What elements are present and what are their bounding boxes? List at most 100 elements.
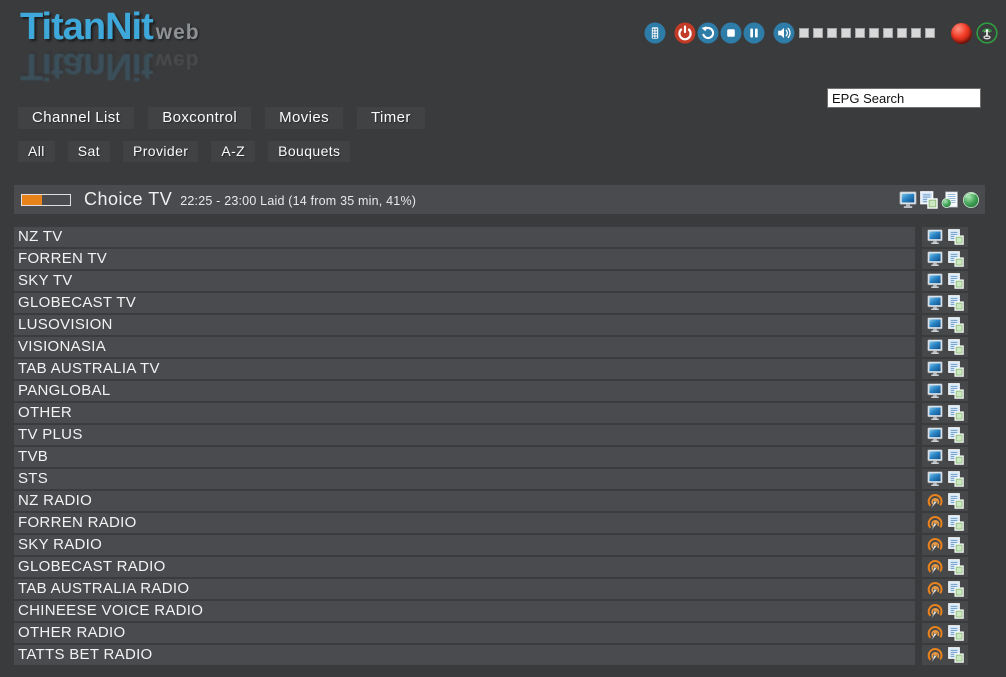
filter-provider-button[interactable]: Provider: [123, 141, 198, 162]
epg-search-input[interactable]: [827, 88, 981, 108]
tv-icon[interactable]: [927, 339, 943, 355]
epg-list-icon[interactable]: [948, 251, 964, 267]
volume-segment[interactable]: [911, 28, 921, 38]
channel-name[interactable]: TVB: [14, 447, 915, 467]
channel-name[interactable]: LUSOVISION: [14, 315, 915, 335]
channel-row-actions: [922, 293, 968, 313]
tv-icon[interactable]: [927, 427, 943, 443]
nav-timer-button[interactable]: Timer: [357, 107, 425, 129]
channel-row: TAB AUSTRALIA TV: [14, 359, 992, 379]
tv-icon[interactable]: [927, 273, 943, 289]
epg-list-icon[interactable]: [948, 273, 964, 289]
epg-list-icon[interactable]: [948, 361, 964, 377]
channel-name[interactable]: TAB AUSTRALIA TV: [14, 359, 915, 379]
remote-icon[interactable]: [644, 22, 666, 44]
filter-az-button[interactable]: A-Z: [211, 141, 255, 162]
epg-list-icon[interactable]: [948, 295, 964, 311]
tv-icon[interactable]: [927, 449, 943, 465]
channel-row: TATTS BET RADIO: [14, 645, 992, 665]
channel-name[interactable]: TAB AUSTRALIA RADIO: [14, 579, 915, 599]
volume-segment[interactable]: [855, 28, 865, 38]
stream-antenna-icon[interactable]: [976, 22, 998, 44]
epg-list-icon[interactable]: [948, 581, 964, 597]
epg-list-icon[interactable]: [948, 449, 964, 465]
epg-list-icon[interactable]: [948, 427, 964, 443]
epg-list-icon[interactable]: [948, 537, 964, 553]
channel-name[interactable]: NZ RADIO: [14, 491, 915, 511]
radio-icon[interactable]: [927, 537, 943, 553]
channel-row: PANGLOBAL: [14, 381, 992, 401]
epg-list-icon[interactable]: [948, 383, 964, 399]
tv-icon[interactable]: [927, 471, 943, 487]
volume-segment[interactable]: [925, 28, 935, 38]
pause-icon[interactable]: [743, 22, 765, 44]
epg-list-icon[interactable]: [948, 625, 964, 641]
channel-list: NZ TV FORREN TV SK: [14, 227, 992, 667]
stop-icon[interactable]: [720, 22, 742, 44]
tv-icon[interactable]: [927, 229, 943, 245]
globe-icon[interactable]: [962, 191, 980, 209]
radio-icon[interactable]: [927, 647, 943, 663]
radio-icon[interactable]: [927, 603, 943, 619]
channel-name[interactable]: TV PLUS: [14, 425, 915, 445]
channel-name[interactable]: SKY TV: [14, 271, 915, 291]
row-divider: [915, 469, 922, 489]
volume-segment[interactable]: [827, 28, 837, 38]
epg-web-page-icon[interactable]: [941, 191, 959, 209]
tv-stream-icon[interactable]: [899, 191, 917, 209]
volume-segment[interactable]: [883, 28, 893, 38]
row-divider: [915, 249, 922, 269]
filter-bouquets-button[interactable]: Bouquets: [268, 141, 350, 162]
radio-icon[interactable]: [927, 515, 943, 531]
radio-icon[interactable]: [927, 581, 943, 597]
epg-list-icon[interactable]: [948, 339, 964, 355]
epg-list-icon[interactable]: [948, 493, 964, 509]
channel-name[interactable]: FORREN RADIO: [14, 513, 915, 533]
channel-name[interactable]: NZ TV: [14, 227, 915, 247]
channel-name[interactable]: OTHER: [14, 403, 915, 423]
epg-list-icon[interactable]: [948, 559, 964, 575]
radio-icon[interactable]: [927, 625, 943, 641]
filter-sat-button[interactable]: Sat: [68, 141, 110, 162]
power-icon[interactable]: [674, 22, 696, 44]
filter-all-button[interactable]: All: [18, 141, 55, 162]
epg-list-icon[interactable]: [920, 191, 938, 209]
epg-list-icon[interactable]: [948, 603, 964, 619]
nav-movies-button[interactable]: Movies: [265, 107, 343, 129]
logo-text: TitanNit web: [20, 8, 200, 46]
speaker-icon[interactable]: [773, 22, 795, 44]
nav-boxcontrol-button[interactable]: Boxcontrol: [148, 107, 251, 129]
tv-icon[interactable]: [927, 317, 943, 333]
epg-list-icon[interactable]: [948, 515, 964, 531]
epg-list-icon[interactable]: [948, 229, 964, 245]
tv-icon[interactable]: [927, 251, 943, 267]
volume-segment[interactable]: [897, 28, 907, 38]
channel-name[interactable]: PANGLOBAL: [14, 381, 915, 401]
epg-list-icon[interactable]: [948, 405, 964, 421]
tv-icon[interactable]: [927, 295, 943, 311]
channel-name[interactable]: STS: [14, 469, 915, 489]
channel-name[interactable]: CHINEESE VOICE RADIO: [14, 601, 915, 621]
volume-segment[interactable]: [799, 28, 809, 38]
refresh-icon[interactable]: [697, 22, 719, 44]
radio-icon[interactable]: [927, 559, 943, 575]
channel-name[interactable]: TATTS BET RADIO: [14, 645, 915, 665]
channel-name[interactable]: FORREN TV: [14, 249, 915, 269]
channel-name[interactable]: GLOBECAST RADIO: [14, 557, 915, 577]
epg-list-icon[interactable]: [948, 317, 964, 333]
epg-list-icon[interactable]: [948, 647, 964, 663]
tv-icon[interactable]: [927, 383, 943, 399]
channel-row-actions: [922, 645, 968, 665]
tv-icon[interactable]: [927, 361, 943, 377]
volume-segment[interactable]: [813, 28, 823, 38]
channel-name[interactable]: GLOBECAST TV: [14, 293, 915, 313]
channel-name[interactable]: SKY RADIO: [14, 535, 915, 555]
channel-name[interactable]: OTHER RADIO: [14, 623, 915, 643]
volume-segment[interactable]: [841, 28, 851, 38]
channel-name[interactable]: VISIONASIA: [14, 337, 915, 357]
epg-list-icon[interactable]: [948, 471, 964, 487]
tv-icon[interactable]: [927, 405, 943, 421]
radio-icon[interactable]: [927, 493, 943, 509]
nav-channel-list-button[interactable]: Channel List: [18, 107, 134, 129]
volume-segment[interactable]: [869, 28, 879, 38]
